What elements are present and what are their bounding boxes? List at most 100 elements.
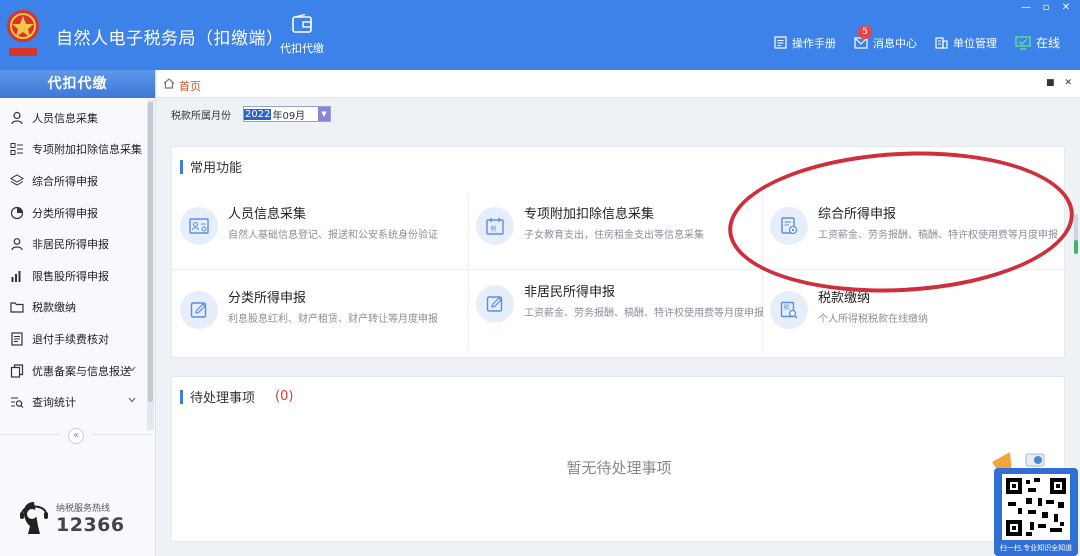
tax-month-label: 税款所属月份 <box>171 110 231 122</box>
common-functions-panel: 常用功能 人员信息采集 自然人基础信息登记、报送和公安系统身份验证 税 专项附加… <box>171 146 1066 358</box>
sidebar-scrollbar-thumb[interactable] <box>148 102 153 402</box>
sidebar-item-label: 人员信息采集 <box>32 111 98 125</box>
manual-label: 操作手册 <box>791 36 836 50</box>
card-special-deduction[interactable]: 税 专项附加扣除信息采集 子女教育支出，住房租金支出等信息采集 <box>468 187 762 267</box>
unit-management-button[interactable]: 单位管理 <box>935 35 997 51</box>
card-classified-income[interactable]: 分类所得申报 利息股息红利、财产租赁、财产转让等月度申报 <box>172 271 466 351</box>
card-desc: 工资薪金、劳务报酬、稿酬、特许权使用费等月度申报 <box>524 308 764 319</box>
sidebar-item-label: 综合所得申报 <box>32 174 98 188</box>
calendar-tax-icon: 税 <box>476 207 514 245</box>
sidebar-item-tax-payment[interactable]: 税款缴纳 <box>0 292 146 324</box>
sidebar-item-refund-fee[interactable]: 退付手续费核对 <box>0 323 146 355</box>
online-status[interactable]: 在线 <box>1015 34 1060 51</box>
chevron-down-icon[interactable] <box>128 366 136 372</box>
sidebar-item-comprehensive-income[interactable]: 综合所得申报 <box>0 165 146 197</box>
sidebar-item-query-stats[interactable]: 查询统计 <box>0 386 146 418</box>
manual-icon <box>774 36 787 49</box>
sidebar-item-preference-filing[interactable]: 优惠备案与信息报送 <box>0 355 146 387</box>
main-content: 首页 ■ ✕ 税款所属月份 2022 年09月 ▼ 常用功能 人员信息采集 自然… <box>157 70 1080 556</box>
svg-text:税: 税 <box>491 225 497 233</box>
tax-month-filter: 税款所属月份 2022 年09月 ▼ <box>171 106 331 122</box>
pane-restore-icon[interactable]: ■ <box>1046 78 1055 88</box>
sidebar-item-label: 非居民所得申报 <box>32 238 109 252</box>
message-center-label: 消息中心 <box>872 36 917 50</box>
title-accent-bar <box>180 159 183 174</box>
close-icon[interactable]: ✕ <box>1060 2 1072 14</box>
message-center-button[interactable]: 5 消息中心 <box>854 24 917 51</box>
sidebar-item-label: 退付手续费核对 <box>32 332 109 346</box>
sidebar-item-restricted-stock[interactable]: 限售股所得申报 <box>0 260 146 292</box>
pane-close-icon[interactable]: ✕ <box>1064 78 1072 88</box>
person-outline-icon <box>11 238 23 251</box>
pending-items-panel: 待处理事项 (0) 暂无待处理事项 <box>171 376 1065 542</box>
maximize-icon[interactable]: ▫ <box>1040 2 1052 14</box>
monitor-online-icon <box>1015 35 1031 50</box>
sidebar-item-person-info[interactable]: 人员信息采集 <box>0 102 146 134</box>
top-actions: 操作手册 5 消息中心 单位管理 在线 <box>756 24 1060 51</box>
building-icon <box>935 37 948 49</box>
top-header: 自然人电子税务局（扣缴端） 代扣代缴 — ▫ ✕ 操作手册 5 消息中心 单位管… <box>0 0 1080 70</box>
card-name: 人员信息采集 <box>228 207 307 222</box>
copy-icon <box>10 363 24 378</box>
sidebar-item-nonresident-income[interactable]: 非居民所得申报 <box>0 228 146 260</box>
sidebar-item-label: 限售股所得申报 <box>32 269 109 283</box>
online-status-label: 在线 <box>1035 36 1060 50</box>
empty-pending-message: 暂无待处理事项 <box>566 459 672 477</box>
sidebar-item-special-deduction[interactable]: 专项附加扣除信息采集 <box>0 134 146 166</box>
collapse-sidebar-icon[interactable]: « <box>68 428 84 444</box>
search-list-icon <box>11 397 24 409</box>
hotline-number: 12366 <box>56 513 125 536</box>
breadcrumb-home-link[interactable]: 首页 <box>179 78 201 94</box>
bar-chart-icon <box>11 270 21 282</box>
function-grid: 人员信息采集 自然人基础信息登记、报送和公安系统身份验证 税 专项附加扣除信息采… <box>172 187 1066 357</box>
card-desc: 个人所得税税款在线缴纳 <box>818 314 928 325</box>
sidebar-menu: 人员信息采集 专项附加扣除信息采集 综合所得申报 分类所得申报 非居民所得申报 … <box>0 102 146 418</box>
module-daikou-button[interactable]: 代扣代缴 <box>276 14 328 56</box>
minimize-icon[interactable]: — <box>1020 2 1032 14</box>
edit-icon <box>476 285 514 323</box>
card-name: 专项附加扣除信息采集 <box>524 207 655 222</box>
svg-text:税: 税 <box>784 304 790 312</box>
person-icon <box>11 111 23 124</box>
tax-emblem-logo <box>7 10 39 56</box>
home-icon[interactable] <box>163 78 175 89</box>
card-tax-payment[interactable]: 税 税款缴纳 个人所得税税款在线缴纳 <box>762 271 1056 351</box>
sidebar-scrollbar[interactable] <box>147 100 154 430</box>
sidebar-item-label: 优惠备案与信息报送 <box>32 364 131 378</box>
card-desc: 自然人基础信息登记、报送和公安系统身份验证 <box>228 230 438 241</box>
card-name: 分类所得申报 <box>228 291 307 306</box>
card-person-info[interactable]: 人员信息采集 自然人基础信息登记、报送和公安系统身份验证 <box>172 187 466 267</box>
folder-icon <box>10 302 24 313</box>
service-hotline: 纳税服务热线 12366 <box>18 498 125 538</box>
qr-code-icon <box>1002 474 1070 540</box>
main-scrollbar[interactable] <box>1072 210 1080 270</box>
sidebar-item-classified-income[interactable]: 分类所得申报 <box>0 197 146 229</box>
sidebar-title: 代扣代缴 <box>0 70 155 98</box>
hotline-label: 纳税服务热线 <box>56 503 111 514</box>
edit-icon <box>180 291 218 329</box>
sidebar-item-label: 查询统计 <box>32 396 76 410</box>
sidebar: 代扣代缴 人员信息采集 专项附加扣除信息采集 综合所得申报 分类所得申报 非居民… <box>0 70 156 556</box>
tax-month-select[interactable]: 2022 年09月 ▼ <box>243 106 331 122</box>
manual-button[interactable]: 操作手册 <box>774 35 836 51</box>
list-icon <box>10 143 23 156</box>
document-icon <box>11 332 23 346</box>
chevron-down-icon[interactable] <box>128 397 136 403</box>
sidebar-divider <box>0 434 60 435</box>
module-label: 代扣代缴 <box>280 42 324 55</box>
app-title: 自然人电子税务局（扣缴端） <box>56 29 284 49</box>
layers-icon <box>10 174 24 186</box>
sidebar-divider <box>92 434 152 435</box>
card-desc: 利息股息红利、财产租赁、财产转让等月度申报 <box>228 314 438 325</box>
card-comprehensive-income[interactable]: 综合所得申报 工资薪金、劳务报酬、稿酬、特许权使用费等月度申报 <box>762 187 1062 267</box>
common-functions-label: 常用功能 <box>190 161 243 176</box>
card-nonresident-income[interactable]: 非居民所得申报 工资薪金、劳务报酬、稿酬、特许权使用费等月度申报 <box>468 265 764 345</box>
common-functions-title: 常用功能 <box>180 157 242 176</box>
qr-promo-widget[interactable]: 扫一扫,专业知识全知道 <box>990 446 1078 556</box>
dropdown-arrow-icon[interactable]: ▼ <box>318 107 330 121</box>
title-accent-bar <box>180 389 183 404</box>
pane-controls: ■ ✕ <box>1046 78 1072 88</box>
tax-month-year: 2022 <box>244 108 272 120</box>
report-icon <box>770 207 808 245</box>
sidebar-item-label: 分类所得申报 <box>32 206 98 220</box>
